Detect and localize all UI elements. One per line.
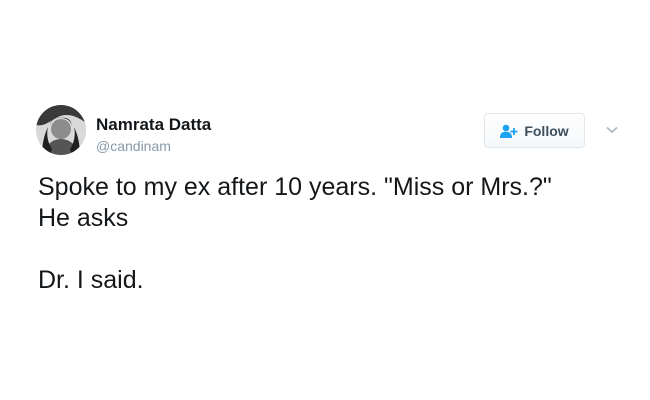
author-handle[interactable]: @candinam — [96, 138, 171, 154]
author-display-name[interactable]: Namrata Datta — [96, 115, 211, 135]
follow-button[interactable]: Follow — [484, 113, 585, 148]
add-user-icon — [500, 124, 518, 138]
tweet-text-line: Dr. I said. — [38, 266, 144, 294]
tweet-card: Namrata Datta @candinam Follow Spoke to … — [0, 0, 650, 400]
follow-label: Follow — [524, 122, 569, 139]
tweet-text-spacer — [38, 234, 628, 265]
chevron-down-icon — [606, 126, 618, 134]
tweet-text: Spoke to my ex after 10 years. "Miss or … — [38, 172, 628, 296]
tweet-text-line: Spoke to my ex after 10 years. "Miss or … — [38, 173, 552, 201]
tweet-text-line: He asks — [38, 204, 129, 232]
tweet-menu-button[interactable] — [602, 120, 622, 140]
author-avatar[interactable] — [36, 105, 86, 155]
avatar-photo-icon — [36, 105, 86, 155]
